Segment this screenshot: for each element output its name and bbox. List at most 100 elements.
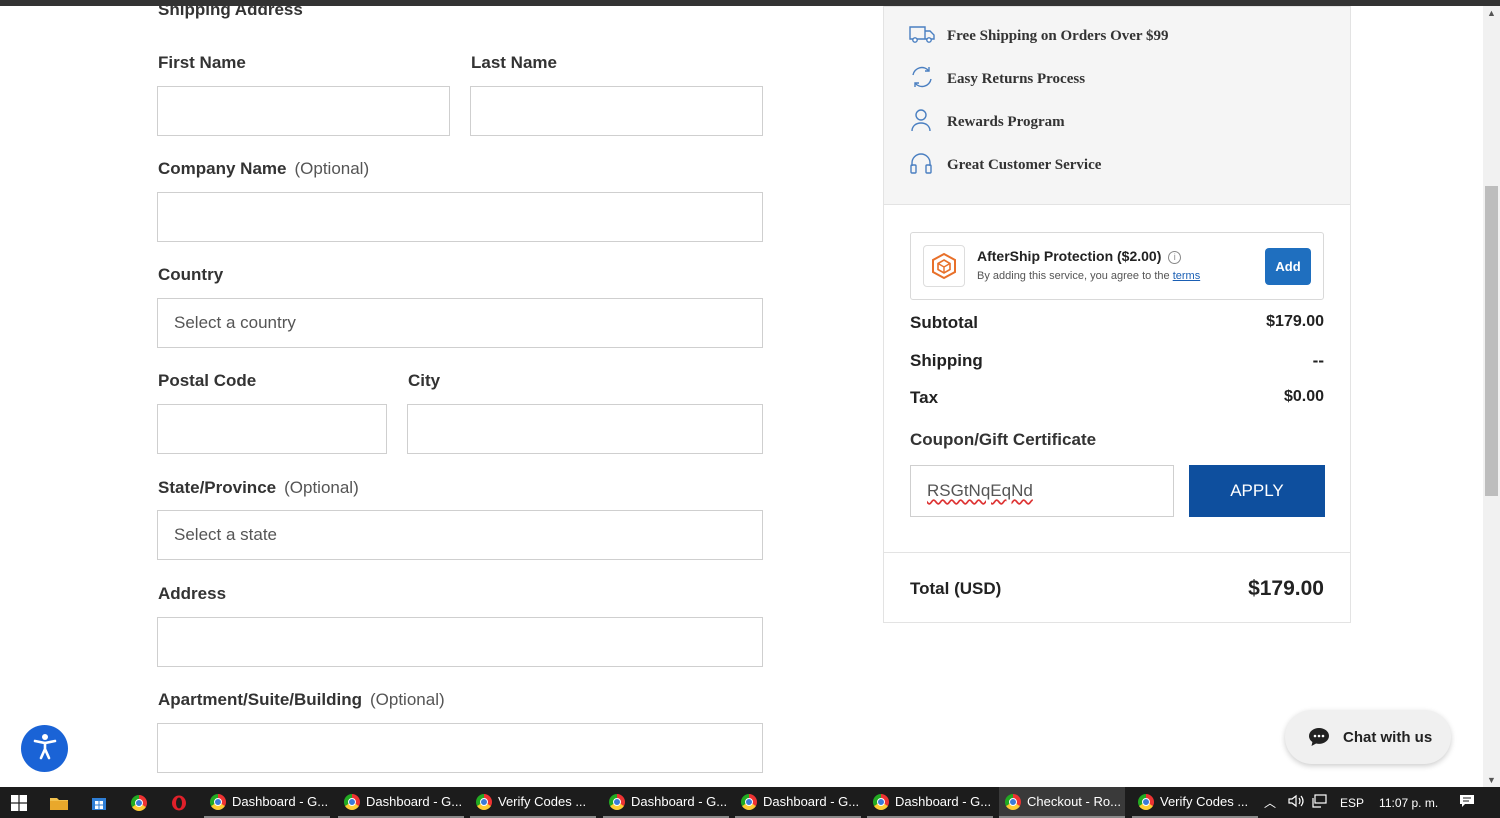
- tray-chevron-up-icon[interactable]: ︿: [1264, 794, 1276, 811]
- chrome-icon: [741, 793, 757, 810]
- last-name-input[interactable]: [470, 86, 763, 136]
- perk-label: Easy Returns Process: [947, 71, 1086, 87]
- taskbar-app-3[interactable]: Verify Codes ...: [470, 787, 596, 818]
- checkout-page: Shipping Address First Name Last Name Co…: [0, 6, 1483, 787]
- taskbar-app-8[interactable]: Verify Codes ...: [1132, 787, 1258, 818]
- postal-code-input[interactable]: [157, 404, 387, 454]
- last-name-label: Last Name: [471, 53, 557, 72]
- apartment-input[interactable]: [157, 723, 763, 773]
- total-value: $179.00: [1248, 577, 1324, 600]
- first-name-input[interactable]: [157, 86, 450, 136]
- perk-customer-service: Great Customer Service: [908, 151, 1101, 180]
- notification-icon[interactable]: [1459, 794, 1475, 811]
- scroll-down-arrow-icon[interactable]: ▼: [1487, 775, 1496, 785]
- perk-label: Free Shipping on Orders Over $99: [947, 28, 1169, 44]
- protection-subtitle-text: By adding this service, you agree to the: [977, 270, 1170, 282]
- chrome-icon[interactable]: [120, 787, 158, 818]
- store-icon[interactable]: [80, 787, 118, 818]
- chrome-icon: [210, 793, 226, 810]
- tax-value: $0.00: [1283, 388, 1324, 405]
- taskbar-app-label: Dashboard - G...: [366, 794, 463, 809]
- country-select-value: Select a country: [174, 313, 296, 332]
- info-icon[interactable]: i: [1168, 251, 1182, 264]
- terms-link[interactable]: terms: [1173, 270, 1201, 282]
- protection-subtitle: By adding this service, you agree to the…: [977, 270, 1200, 282]
- accessibility-button[interactable]: [21, 725, 68, 772]
- scroll-up-arrow-icon[interactable]: ▲: [1487, 8, 1496, 18]
- chrome-icon: [1138, 793, 1154, 810]
- scrollbar-thumb[interactable]: [1485, 186, 1498, 496]
- taskbar-app-1[interactable]: Dashboard - G...: [204, 787, 330, 818]
- add-protection-button[interactable]: Add: [1265, 248, 1311, 285]
- city-input[interactable]: [407, 404, 763, 454]
- coupon-input[interactable]: RSGtNqEqNd: [910, 465, 1174, 517]
- company-name-label: Company Name (Optional): [158, 159, 369, 179]
- taskbar-app-2[interactable]: Dashboard - G...: [338, 787, 464, 818]
- network-icon[interactable]: [1312, 794, 1328, 811]
- apartment-label-text: Apartment/Suite/Building: [158, 690, 362, 709]
- perk-easy-returns: Easy Returns Process: [908, 65, 1085, 94]
- subtotal-value: $179.00: [1266, 313, 1324, 330]
- city-label: City: [408, 371, 441, 390]
- order-summary: Free Shipping on Orders Over $99 Easy Re…: [883, 6, 1351, 623]
- taskbar-app-label: Checkout - Ro...: [1027, 794, 1121, 809]
- coupon-input-value: RSGtNqEqNd: [927, 481, 1033, 500]
- taskbar-app-label: Dashboard - G...: [763, 794, 860, 809]
- taskbar-app-6[interactable]: Dashboard - G...: [867, 787, 993, 818]
- aftership-protection-card: AfterShip Protection ($2.00) i By adding…: [910, 232, 1324, 300]
- chrome-icon: [344, 793, 360, 810]
- volume-icon[interactable]: [1288, 794, 1304, 811]
- taskbar-app-label: Verify Codes ...: [498, 794, 587, 809]
- tax-label: Tax: [910, 388, 939, 407]
- postal-code-label: Postal Code: [158, 371, 257, 390]
- protection-title: AfterShip Protection ($2.00) i: [977, 248, 1182, 264]
- apartment-label: Apartment/Suite/Building (Optional): [158, 690, 445, 710]
- opera-icon[interactable]: [160, 787, 198, 818]
- windows-taskbar: Dashboard - G... Dashboard - G... Verify…: [0, 787, 1500, 818]
- country-select[interactable]: Select a country: [157, 298, 763, 348]
- accessibility-icon: [30, 731, 60, 766]
- chrome-icon: [609, 793, 625, 810]
- first-name-label: First Name: [158, 53, 246, 72]
- state-select[interactable]: Select a state: [157, 510, 763, 560]
- coupon-label: Coupon/Gift Certificate: [910, 430, 1097, 449]
- file-explorer-icon[interactable]: [40, 787, 78, 818]
- optional-tag: (Optional): [294, 159, 370, 178]
- returns-icon: [908, 65, 947, 94]
- tax-row: Tax $0.00: [910, 388, 1324, 408]
- shipping-address-heading: Shipping Address: [158, 6, 303, 19]
- system-tray: ︿ ESP 11:07 p. m.: [1264, 787, 1475, 818]
- user-icon: [908, 108, 947, 137]
- chat-widget-button[interactable]: Chat with us: [1285, 710, 1451, 764]
- protection-title-text: AfterShip Protection ($2.00): [977, 248, 1162, 264]
- chat-label: Chat with us: [1343, 728, 1433, 746]
- company-name-label-text: Company Name: [158, 159, 287, 178]
- taskbar-app-label: Verify Codes ...: [1160, 794, 1249, 809]
- country-label: Country: [158, 265, 224, 284]
- taskbar-app-label: Dashboard - G...: [232, 794, 329, 809]
- perks-panel: Free Shipping on Orders Over $99 Easy Re…: [884, 7, 1350, 205]
- taskbar-app-7[interactable]: Checkout - Ro...: [999, 787, 1125, 818]
- taskbar-app-4[interactable]: Dashboard - G...: [603, 787, 729, 818]
- company-name-input[interactable]: [157, 192, 763, 242]
- shipping-label: Shipping: [910, 351, 983, 370]
- total-divider: [884, 552, 1350, 553]
- chat-bubble-icon: [1308, 727, 1330, 747]
- perk-rewards: Rewards Program: [908, 108, 1065, 137]
- windows-start-icon[interactable]: [0, 787, 38, 818]
- clock[interactable]: 11:07 p. m.: [1379, 796, 1438, 810]
- total-label: Total (USD): [910, 579, 1002, 598]
- chrome-icon: [476, 793, 492, 810]
- state-label: State/Province (Optional): [158, 478, 359, 498]
- language-indicator[interactable]: ESP: [1340, 796, 1364, 810]
- headset-icon: [908, 151, 947, 180]
- page-scrollbar[interactable]: ▲ ▼: [1483, 6, 1500, 787]
- address-label: Address: [158, 584, 227, 603]
- taskbar-app-5[interactable]: Dashboard - G...: [735, 787, 861, 818]
- aftership-logo-icon: [923, 245, 965, 287]
- address-input[interactable]: [157, 617, 763, 667]
- truck-icon: [908, 22, 947, 51]
- subtotal-label: Subtotal: [910, 313, 978, 332]
- perk-label: Great Customer Service: [947, 157, 1102, 173]
- apply-coupon-button[interactable]: APPLY: [1189, 465, 1325, 517]
